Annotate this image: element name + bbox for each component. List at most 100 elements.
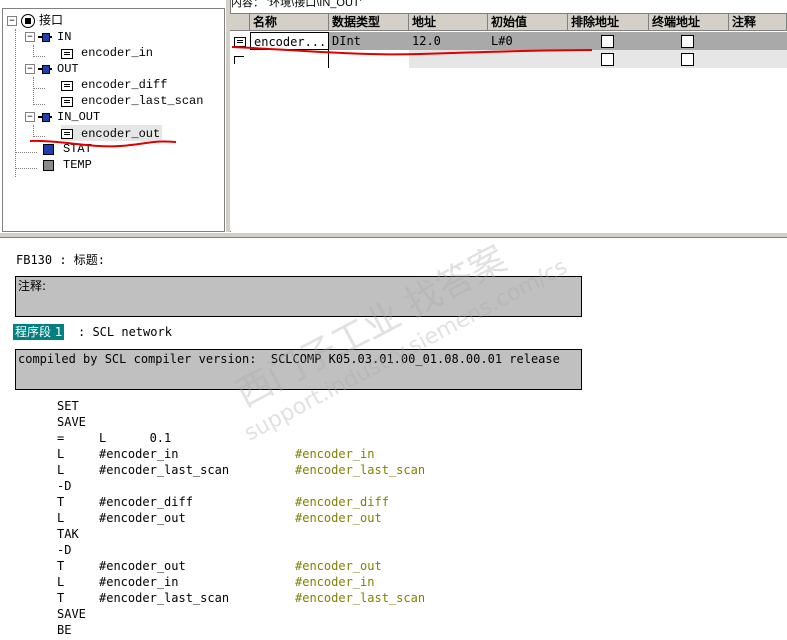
cell-name[interactable]: encoder...: [250, 32, 329, 50]
declaration-table[interactable]: 名称 数据类型 地址 初始值 排除地址 终端地址 注释 encoder... D…: [230, 13, 787, 231]
stl-op[interactable]: SAVE: [57, 606, 86, 622]
cell-exclude-address[interactable]: [568, 50, 649, 68]
tree-guide: [33, 88, 45, 89]
cell-comment[interactable]: [729, 32, 787, 50]
stl-operand[interactable]: #encoder_in: [99, 446, 178, 462]
stl-op[interactable]: L: [57, 446, 64, 462]
network-comment: compiled by SCL compiler version: SCLCOM…: [18, 352, 560, 366]
terminal-address-checkbox[interactable]: [681, 35, 694, 48]
parameter-icon: [234, 37, 246, 47]
exclude-address-checkbox[interactable]: [601, 35, 614, 48]
row-header[interactable]: [230, 50, 250, 68]
collapse-icon[interactable]: −: [25, 64, 35, 74]
stl-operand[interactable]: #encoder_diff: [99, 494, 193, 510]
stl-op[interactable]: TAK: [57, 526, 79, 542]
stl-op[interactable]: SAVE: [57, 414, 86, 430]
cell-data-type[interactable]: [329, 50, 409, 68]
header-initial-value[interactable]: 初始值: [488, 14, 568, 31]
collapse-icon[interactable]: −: [25, 112, 35, 122]
stl-operand[interactable]: #encoder_last_scan: [99, 462, 229, 478]
cell-comment[interactable]: [729, 50, 787, 68]
stl-symbol-comment: #encoder_in: [295, 575, 375, 589]
network-label[interactable]: 程序段 1: [13, 324, 65, 340]
header-exclude-address[interactable]: 排除地址: [568, 14, 649, 31]
cell-address: 12.0: [409, 32, 488, 50]
collapse-icon[interactable]: −: [25, 32, 35, 42]
tree-guide: [15, 168, 37, 169]
interface-icon: [21, 14, 35, 28]
collapse-icon[interactable]: −: [7, 16, 17, 26]
tree-item-label: IN: [57, 30, 72, 44]
parameter-icon: [61, 129, 73, 139]
stl-op[interactable]: L: [57, 462, 64, 478]
stl-operand[interactable]: L 0.1: [99, 430, 171, 446]
stl-operand[interactable]: #encoder_in: [99, 574, 178, 590]
cell-initial-value[interactable]: L#0: [488, 32, 568, 50]
header-data-type[interactable]: 数据类型: [329, 14, 409, 31]
tree-root-label: 接口: [39, 14, 64, 28]
cell-initial-value[interactable]: [488, 50, 568, 68]
tree-item-label: OUT: [57, 62, 79, 76]
tree-item-encoder-out[interactable]: encoder_out: [61, 125, 163, 141]
cell-data-type[interactable]: DInt: [329, 32, 409, 50]
row-header[interactable]: [230, 32, 250, 50]
tree-guide: [33, 136, 45, 137]
static-block-icon: [43, 144, 54, 155]
stl-symbol-comment: #encoder_diff: [295, 495, 389, 509]
stl-symbol-comment: #encoder_out: [295, 511, 382, 525]
stl-operand[interactable]: #encoder_out: [99, 510, 186, 526]
stl-symbol-comment: #encoder_out: [295, 559, 382, 573]
content-path: 内容： '环境\接口\IN_OUT': [231, 0, 362, 9]
tree-item-label: STAT: [63, 142, 92, 156]
stl-operand[interactable]: #encoder_last_scan: [99, 590, 229, 606]
tree-guide: [15, 29, 16, 177]
stl-operand[interactable]: #encoder_out: [99, 558, 186, 574]
tree-item-label: TEMP: [63, 158, 92, 172]
parameter-icon: [61, 81, 73, 91]
cell-terminal-address[interactable]: [649, 50, 729, 68]
tree-guide: [33, 56, 45, 57]
tree-guide: [33, 104, 45, 105]
cell-terminal-address[interactable]: [649, 32, 729, 50]
tree-item-label: encoder_diff: [81, 78, 168, 92]
top-pane: 内容： '环境\接口\IN_OUT' − 接口 − IN encoder_in: [0, 0, 787, 232]
tree-item-label: encoder_in: [81, 46, 154, 60]
network-comment-box[interactable]: compiled by SCL compiler version: SCLCOM…: [15, 349, 582, 390]
stl-symbol-comment: #encoder_last_scan: [295, 591, 426, 605]
temp-block-icon: [43, 160, 54, 171]
tree-guide: [33, 77, 34, 105]
cell-address: [409, 50, 488, 68]
stl-op[interactable]: -D: [57, 478, 71, 494]
network-title[interactable]: : SCL network: [78, 324, 172, 340]
block-comment-box[interactable]: 注释:: [15, 276, 582, 317]
header-terminal-address[interactable]: 终端地址: [649, 14, 729, 31]
block-title[interactable]: FB130 : 标题:: [16, 252, 105, 268]
inout-section-icon: [38, 113, 52, 122]
cell-name[interactable]: [250, 50, 329, 68]
cell-exclude-address[interactable]: [568, 32, 649, 50]
code-editor[interactable]: FB130 : 标题: 注释: 程序段 1 : SCL network comp…: [0, 238, 787, 640]
exclude-address-checkbox[interactable]: [601, 53, 614, 66]
interface-tree[interactable]: − 接口 − IN encoder_in − OUT encoder_diff …: [2, 8, 225, 232]
stl-op[interactable]: L: [57, 510, 64, 526]
stl-symbol-comment: #encoder_in: [295, 447, 375, 461]
new-row-icon: [234, 56, 244, 64]
stl-symbol-comment: #encoder_last_scan: [295, 463, 426, 477]
header-address[interactable]: 地址: [409, 14, 488, 31]
header-corner: [230, 14, 250, 31]
output-section-icon: [38, 65, 52, 74]
stl-op[interactable]: T: [57, 590, 64, 606]
stl-op[interactable]: L: [57, 574, 64, 590]
header-name[interactable]: 名称: [250, 14, 329, 31]
header-comment[interactable]: 注释: [729, 14, 787, 31]
stl-op[interactable]: -D: [57, 542, 71, 558]
input-section-icon: [38, 33, 52, 42]
terminal-address-checkbox[interactable]: [681, 53, 694, 66]
stl-op[interactable]: =: [57, 430, 64, 446]
comment-label: 注释:: [18, 279, 47, 293]
stl-op[interactable]: BE: [57, 622, 71, 638]
stl-op[interactable]: T: [57, 494, 64, 510]
stl-op[interactable]: T: [57, 558, 64, 574]
parameter-icon: [61, 97, 73, 107]
stl-op[interactable]: SET: [57, 398, 79, 414]
